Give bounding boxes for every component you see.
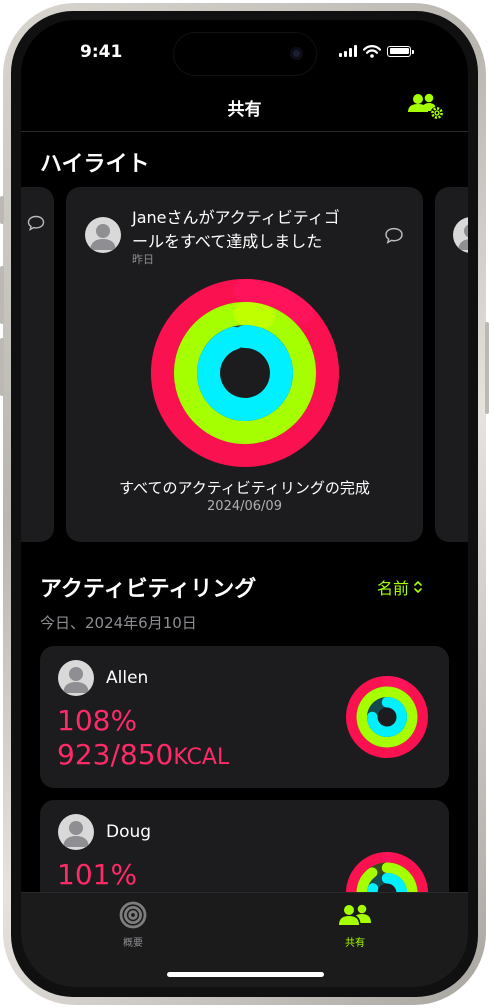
camera-icon [290, 47, 303, 60]
move-calories-unit: KCAL [173, 745, 230, 770]
battery-icon [387, 45, 414, 57]
exercise-ring-overflow [233, 302, 275, 328]
avatar [58, 814, 94, 850]
page-title: 共有 [227, 100, 262, 120]
wifi-icon [363, 44, 381, 58]
avatar [453, 217, 468, 253]
highlight-caption: すべてのアクティビティリングの完成 [119, 479, 370, 497]
comment-icon [27, 215, 45, 231]
sharing-settings-button[interactable] [405, 90, 449, 122]
friend-name: Allen [106, 668, 149, 688]
sort-button[interactable]: 名前 [377, 575, 423, 599]
side-button [485, 322, 489, 414]
highlight-message-line2: ールをすべて達成しました [132, 232, 323, 251]
volume-down-button [0, 338, 4, 396]
highlights-title: ハイライト [40, 152, 150, 177]
comment-icon[interactable] [384, 227, 404, 244]
move-calories-value: 923/850 [57, 738, 174, 771]
chevron-up-down-icon [414, 581, 422, 593]
status-icons [339, 42, 414, 60]
activity-rings-title: アクティビティリング [40, 577, 257, 602]
rings-date: 今日、2024年6月10日 [40, 614, 197, 632]
tab-summary[interactable]: 概要 [88, 901, 178, 951]
tab-label: 概要 [123, 938, 143, 949]
status-time: 9:41 [80, 42, 123, 62]
highlight-message-line1: Janeさんがアクティビティゴ [132, 208, 340, 227]
next-highlight-card[interactable] [435, 187, 468, 542]
tab-sharing[interactable]: 共有 [310, 901, 400, 951]
highlight-date: 2024/06/09 [207, 499, 282, 514]
move-calories: 923/850KCAL [57, 738, 229, 771]
move-percent: 101% [57, 858, 138, 891]
summary-icon [119, 901, 147, 929]
action-button [0, 196, 4, 224]
avatar [85, 217, 121, 253]
tab-label: 共有 [345, 938, 365, 949]
friend-name: Doug [106, 822, 152, 842]
dynamic-island [173, 32, 317, 76]
sort-label: 名前 [377, 579, 410, 598]
friend-card-allen[interactable]: Allen 108% 923/850KCAL [40, 646, 449, 788]
home-indicator[interactable] [167, 972, 324, 977]
highlight-card[interactable]: Janeさんがアクティビティゴ ールをすべて達成しました 昨日 すべてのアクティ… [66, 187, 423, 542]
friend-activity-rings [346, 676, 428, 758]
volume-up-button [0, 266, 4, 324]
avatar [58, 660, 94, 696]
highlight-time: 昨日 [132, 253, 154, 266]
screen: 9:41 共有 ハイライト Janeさんがアクティビティゴ ールをすべて達成しま… [21, 20, 468, 987]
cellular-signal-icon [339, 45, 357, 57]
move-ring-overflow [381, 676, 410, 691]
header-divider [21, 131, 468, 132]
stand-ring [197, 325, 293, 421]
previous-highlight-card[interactable] [21, 187, 54, 542]
move-percent: 108% [57, 704, 138, 737]
sharing-icon [339, 904, 371, 925]
highlight-activity-rings [151, 279, 339, 467]
people-gear-icon [408, 93, 444, 120]
